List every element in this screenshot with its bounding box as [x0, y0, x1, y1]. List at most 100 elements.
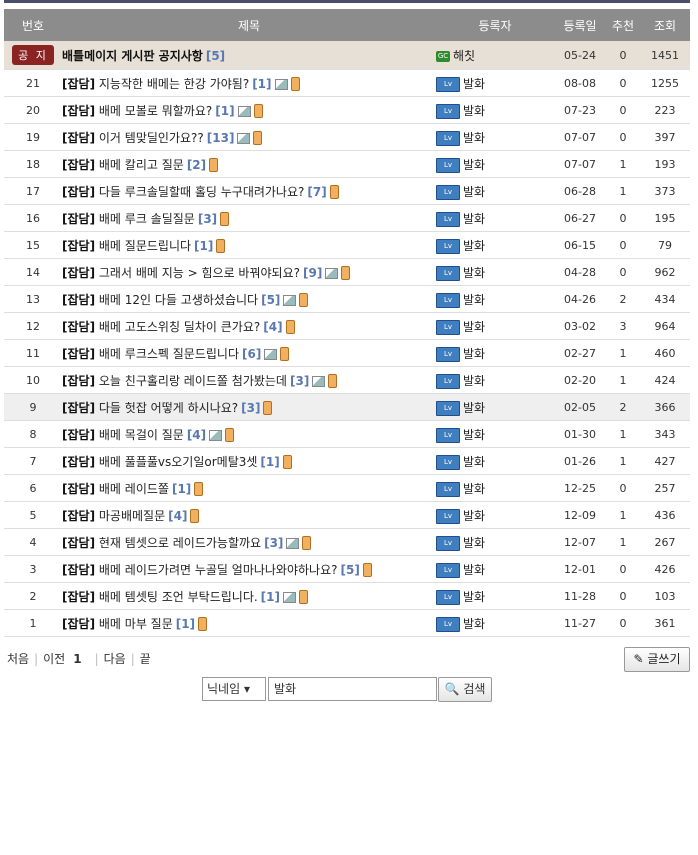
table-row[interactable]: 11 [잡담] 배메 루크스펙 질문드립니다 [6] Lv 발화 02-27 1 460 [4, 339, 690, 367]
writer-name[interactable]: 발화 [463, 509, 485, 523]
search-button[interactable]: 🔍 검색 [438, 677, 492, 702]
post-title-link[interactable]: 배메 마부 질문 [99, 617, 173, 631]
writer-name[interactable]: 발화 [463, 455, 485, 469]
comment-count[interactable]: [1] [260, 455, 279, 469]
post-category[interactable]: [잡담] [62, 455, 95, 469]
table-row[interactable]: 18 [잡담] 배메 칼리고 질문 [2] Lv 발화 07-07 1 193 [4, 150, 690, 178]
post-category[interactable]: [잡담] [62, 77, 95, 91]
post-category[interactable]: [잡담] [62, 185, 95, 199]
comment-count[interactable]: [5] [261, 293, 280, 307]
page-first[interactable]: 처음 [7, 652, 29, 666]
post-category[interactable]: [잡담] [62, 320, 95, 334]
post-category[interactable]: [잡담] [62, 563, 95, 577]
post-category[interactable]: [잡담] [62, 212, 95, 226]
table-row[interactable]: 5 [잡담] 마공배메질문 [4] Lv 발화 12-09 1 436 [4, 501, 690, 529]
table-row[interactable]: 8 [잡담] 배메 목걸이 질문 [4] Lv 발화 01-30 1 343 [4, 420, 690, 448]
page-next[interactable]: 다음 [104, 652, 126, 666]
post-title-link[interactable]: 오늘 친구홀리랑 레이드쫄 첨가봤는데 [99, 374, 287, 388]
comment-count[interactable]: [3] [290, 374, 309, 388]
writer-name[interactable]: 발화 [463, 536, 485, 550]
table-row[interactable]: 10 [잡담] 오늘 친구홀리랑 레이드쫄 첨가봤는데 [3] Lv 발화 02-20 1 4… [4, 366, 690, 394]
writer-name[interactable]: 발화 [463, 563, 485, 577]
post-title-link[interactable]: 다들 루크솔딜할때 홀딩 누구대려가나요? [99, 185, 305, 199]
post-category[interactable]: [잡담] [62, 401, 95, 415]
comment-count[interactable]: [6] [242, 347, 261, 361]
post-title-link[interactable]: 이거 템맞딜인가요?? [99, 131, 204, 145]
post-title-link[interactable]: 배메 레이드쫄 [99, 482, 169, 496]
post-category[interactable]: [잡담] [62, 158, 95, 172]
post-title-link[interactable]: 배메 루크 솔딜질문 [99, 212, 195, 226]
comment-count[interactable]: [9] [303, 266, 322, 280]
comment-count[interactable]: [7] [307, 185, 326, 199]
post-category[interactable]: [잡담] [62, 536, 95, 550]
writer-name[interactable]: 발화 [463, 320, 485, 334]
comment-count[interactable]: [1] [215, 104, 234, 118]
comment-count[interactable]: [2] [187, 158, 206, 172]
table-row[interactable]: 13 [잡담] 배메 12인 다들 고생하셨습니다 [5] Lv 발화 04-26 2 434 [4, 285, 690, 313]
comment-count[interactable]: [1] [172, 482, 191, 496]
post-category[interactable]: [잡담] [62, 374, 95, 388]
writer-name[interactable]: 해칫 [453, 49, 475, 63]
post-title-link[interactable]: 배메 풀플풀vs오기일or메탈3셋 [99, 455, 258, 469]
writer-name[interactable]: 발화 [463, 347, 485, 361]
table-row[interactable]: 15 [잡담] 배메 질문드립니다 [1] Lv 발화 06-15 0 79 [4, 231, 690, 259]
post-title-link[interactable]: 배메 레이드가려면 누골딜 얼마나나와야하나요? [99, 563, 338, 577]
post-title-link[interactable]: 그래서 배메 지능 > 힘으로 바꿔야되요? [99, 266, 300, 280]
writer-name[interactable]: 발화 [463, 617, 485, 631]
table-row[interactable]: 12 [잡담] 배메 고도스위칭 딜차이 큰가요? [4] Lv 발화 03-02 3 964 [4, 312, 690, 340]
comment-count[interactable]: [4] [187, 428, 206, 442]
post-category[interactable]: [잡담] [62, 347, 95, 361]
post-category[interactable]: [잡담] [62, 617, 95, 631]
writer-name[interactable]: 발화 [463, 266, 485, 280]
post-category[interactable]: [잡담] [62, 590, 95, 604]
post-title-link[interactable]: 배메 템셋팅 조언 부탁드립니다. [99, 590, 258, 604]
comment-count[interactable]: [1] [176, 617, 195, 631]
comment-count[interactable]: [13] [207, 131, 235, 145]
notice-title-link[interactable]: 배틀메이지 게시판 공지사항 [62, 49, 203, 63]
table-row[interactable]: 14 [잡담] 그래서 배메 지능 > 힘으로 바꿔야되요? [9] Lv 발화 04-2… [4, 258, 690, 286]
writer-name[interactable]: 발화 [463, 158, 485, 172]
table-row[interactable]: 7 [잡담] 배메 풀플풀vs오기일or메탈3셋 [1] Lv 발화 01-26 1 427 [4, 447, 690, 475]
post-title-link[interactable]: 배메 12인 다들 고생하셨습니다 [99, 293, 258, 307]
writer-name[interactable]: 발화 [463, 104, 485, 118]
writer-name[interactable]: 발화 [463, 77, 485, 91]
writer-name[interactable]: 발화 [463, 590, 485, 604]
table-row[interactable]: 19 [잡담] 이거 템맞딜인가요?? [13] Lv 발화 07-07 0 397 [4, 123, 690, 151]
writer-name[interactable]: 발화 [463, 401, 485, 415]
post-category[interactable]: [잡담] [62, 266, 95, 280]
comment-count[interactable]: [3] [264, 536, 283, 550]
post-title-link[interactable]: 배메 고도스위칭 딜차이 큰가요? [99, 320, 260, 334]
page-prev[interactable]: 이전 [43, 652, 65, 666]
comment-count[interactable]: [3] [198, 212, 217, 226]
table-row[interactable]: 16 [잡담] 배메 루크 솔딜질문 [3] Lv 발화 06-27 0 195 [4, 204, 690, 232]
comment-count[interactable]: [5] [341, 563, 360, 577]
post-category[interactable]: [잡담] [62, 104, 95, 118]
writer-name[interactable]: 발화 [463, 428, 485, 442]
comment-count[interactable]: [1] [194, 239, 213, 253]
post-title-link[interactable]: 현재 템셋으로 레이드가능할까요 [99, 536, 261, 550]
post-category[interactable]: [잡담] [62, 131, 95, 145]
table-row[interactable]: 6 [잡담] 배메 레이드쫄 [1] Lv 발화 12-25 0 257 [4, 474, 690, 502]
post-title-link[interactable]: 배메 목걸이 질문 [99, 428, 184, 442]
table-row[interactable]: 1 [잡담] 배메 마부 질문 [1] Lv 발화 11-27 0 361 [4, 609, 690, 637]
post-category[interactable]: [잡담] [62, 293, 95, 307]
search-input[interactable]: 발화 [268, 677, 437, 701]
table-row[interactable]: 3 [잡담] 배메 레이드가려면 누골딜 얼마나나와야하나요? [5] Lv 발화 12-… [4, 555, 690, 583]
writer-name[interactable]: 발화 [463, 293, 485, 307]
table-row[interactable]: 2 [잡담] 배메 템셋팅 조언 부탁드립니다. [1] Lv 발화 11-28 0 103 [4, 582, 690, 610]
writer-name[interactable]: 발화 [463, 482, 485, 496]
post-title-link[interactable]: 배메 모볼로 뭐할까요? [99, 104, 212, 118]
writer-name[interactable]: 발화 [463, 131, 485, 145]
post-category[interactable]: [잡담] [62, 509, 95, 523]
write-button[interactable]: ✎ 글쓰기 [624, 647, 690, 672]
comment-count[interactable]: [5] [206, 49, 225, 63]
table-row[interactable]: 4 [잡담] 현재 템셋으로 레이드가능할까요 [3] Lv 발화 12-07 1 267 [4, 528, 690, 556]
post-title-link[interactable]: 배메 칼리고 질문 [99, 158, 184, 172]
table-row[interactable]: 9 [잡담] 다들 헛잡 어떻게 하시나요? [3] Lv 발화 02-05 2 366 [4, 393, 690, 421]
writer-name[interactable]: 발화 [463, 239, 485, 253]
table-row[interactable]: 20 [잡담] 배메 모볼로 뭐할까요? [1] Lv 발화 07-23 0 223 [4, 96, 690, 124]
writer-name[interactable]: 발화 [463, 374, 485, 388]
comment-count[interactable]: [1] [252, 77, 271, 91]
comment-count[interactable]: [4] [263, 320, 282, 334]
post-category[interactable]: [잡담] [62, 428, 95, 442]
